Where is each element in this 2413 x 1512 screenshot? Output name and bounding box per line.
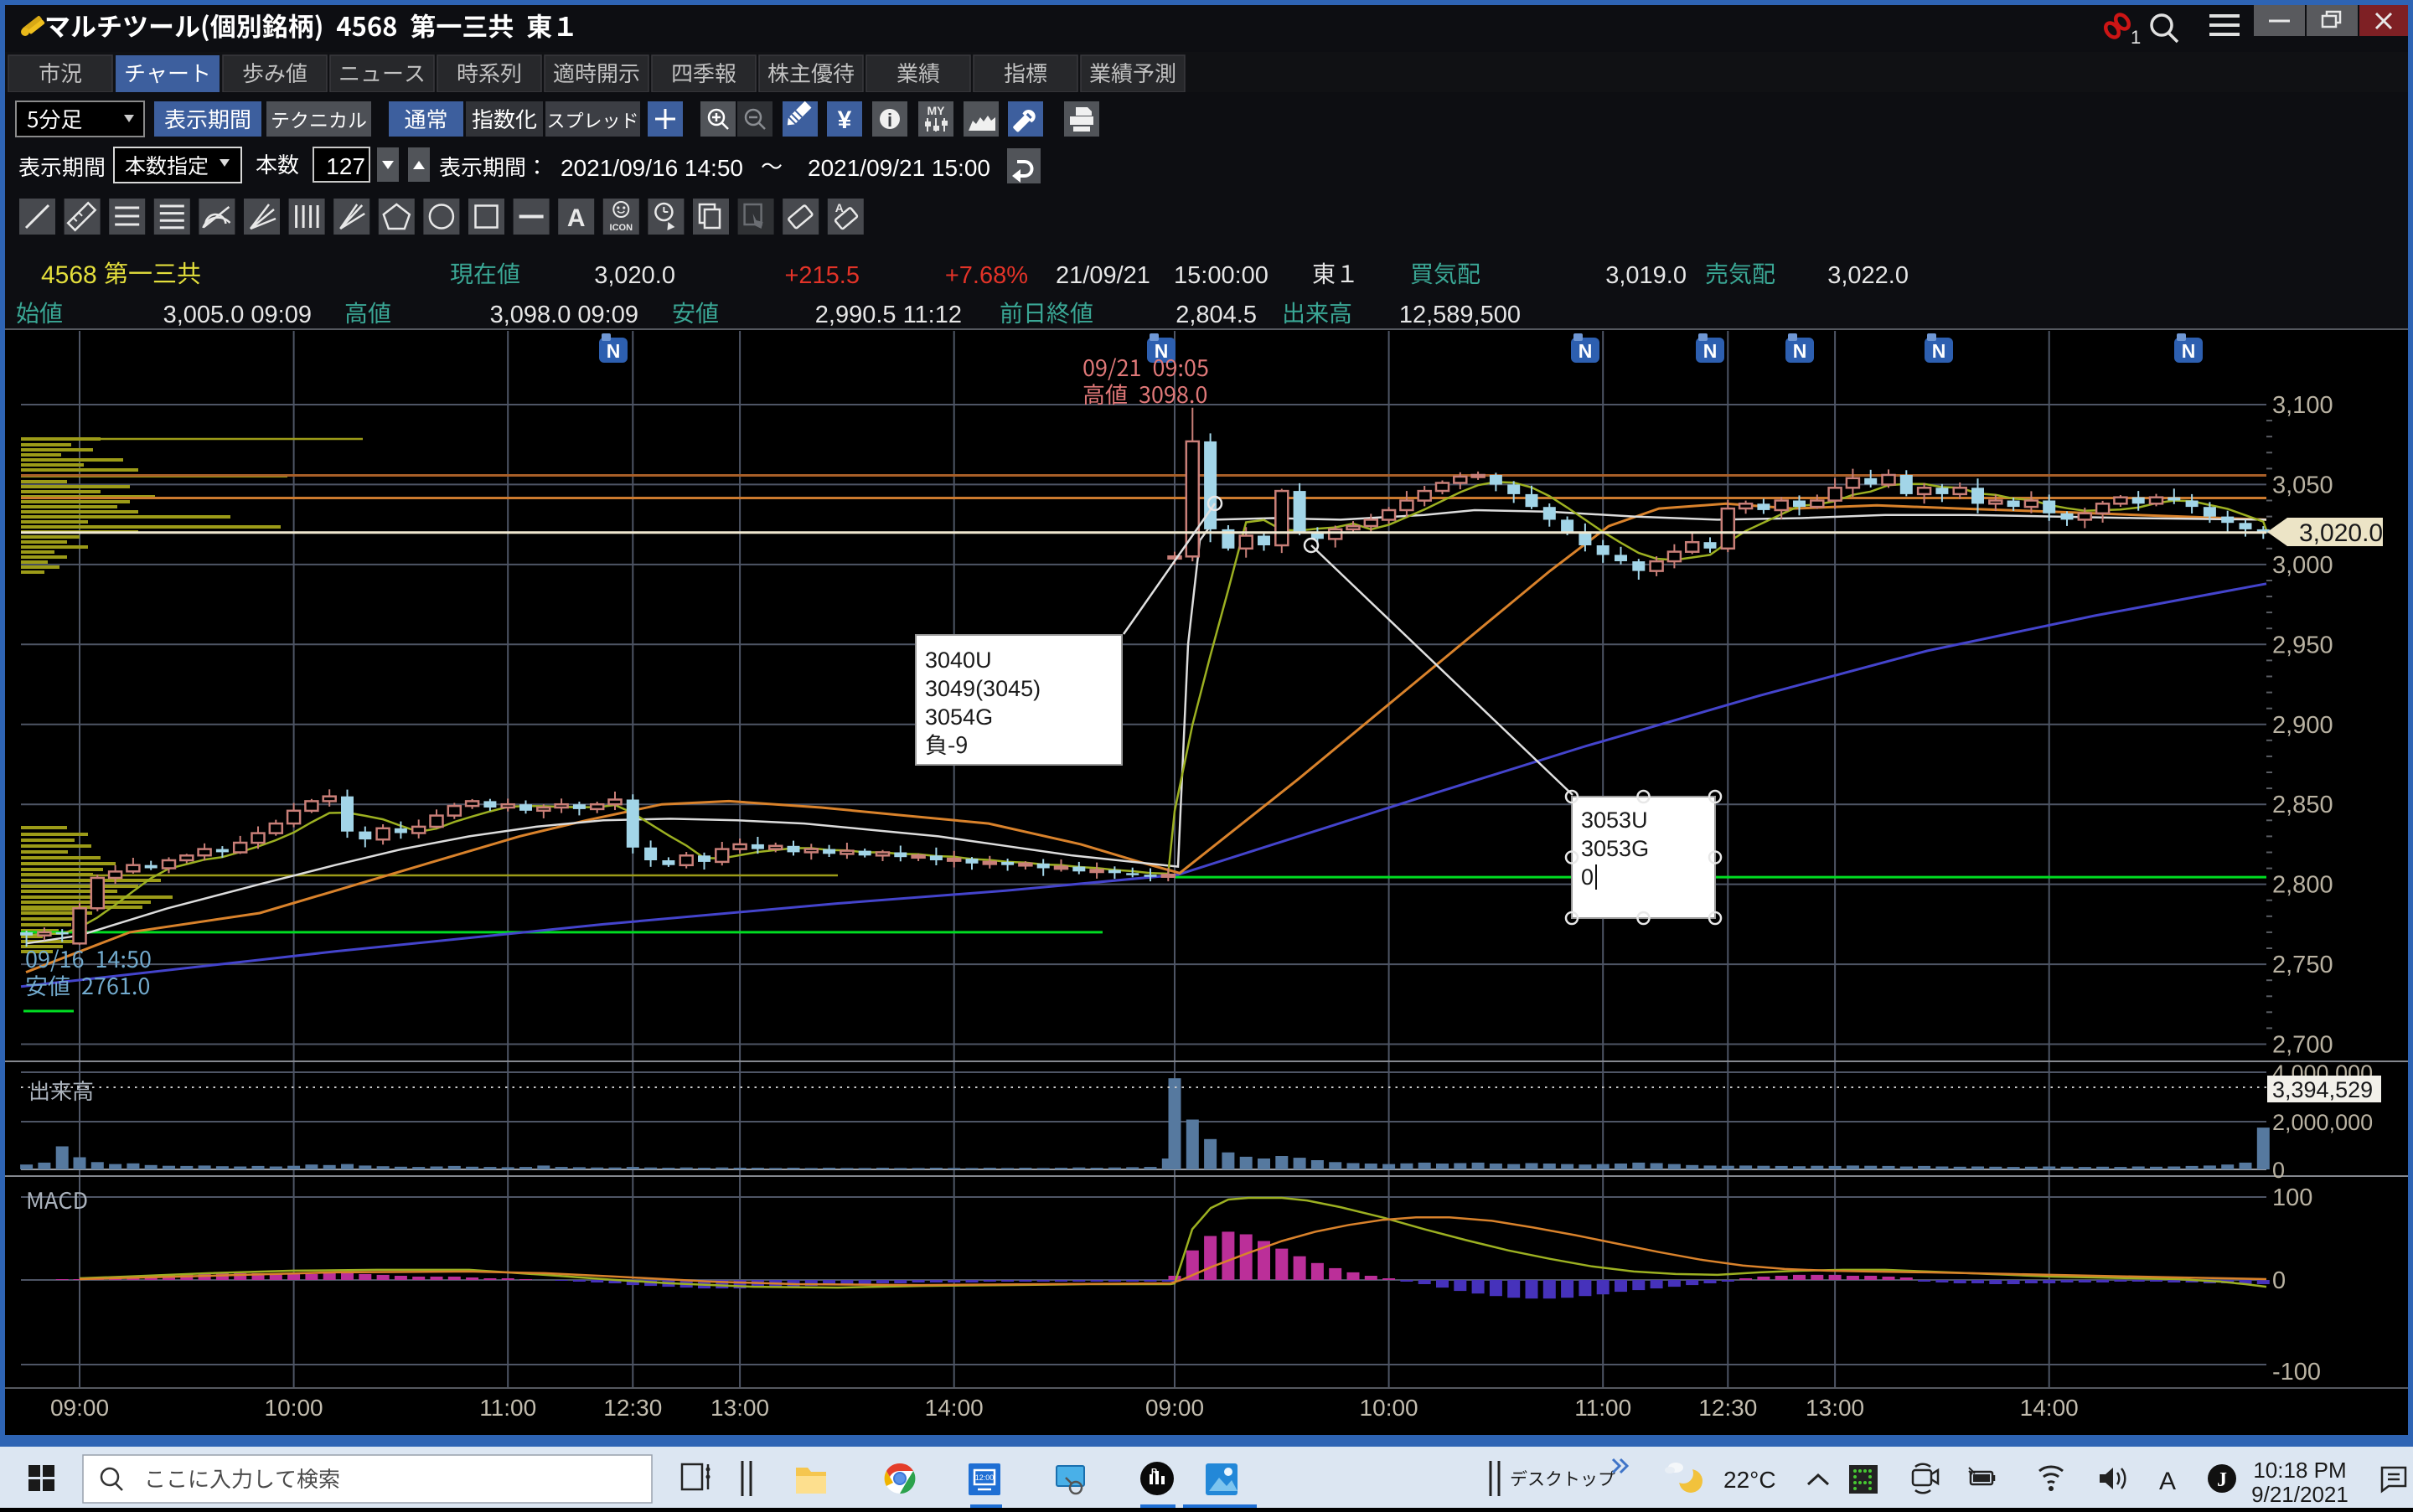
svg-text:11:00: 11:00 (479, 1395, 536, 1421)
svg-text:09:00: 09:00 (50, 1395, 109, 1421)
svg-text:3,022.0: 3,022.0 (1827, 262, 1909, 289)
svg-text:-100: -100 (2272, 1359, 2321, 1386)
svg-text:N: N (1155, 340, 1169, 362)
svg-text:3,000: 3,000 (2272, 552, 2333, 579)
svg-text:N: N (1579, 340, 1593, 362)
svg-text:3,098.0 09:09: 3,098.0 09:09 (490, 302, 638, 328)
svg-text:10:18 PM: 10:18 PM (2253, 1458, 2346, 1483)
svg-text:0: 0 (2272, 1267, 2286, 1294)
svg-text:9/21/2021: 9/21/2021 (2251, 1482, 2348, 1507)
svg-text:14:00: 14:00 (925, 1395, 984, 1421)
svg-text:3,100: 3,100 (2272, 392, 2333, 419)
svg-text:12:00: 12:00 (975, 1473, 995, 1482)
svg-text:N: N (1703, 340, 1718, 362)
svg-text:12:30: 12:30 (1698, 1395, 1757, 1421)
svg-text:2,000,000: 2,000,000 (2272, 1110, 2373, 1135)
svg-text:A: A (2159, 1468, 2176, 1495)
svg-text:100: 100 (2272, 1184, 2312, 1211)
svg-text:11:00: 11:00 (1574, 1395, 1631, 1421)
svg-text:3,020.0: 3,020.0 (2299, 519, 2383, 547)
svg-text:1: 1 (2131, 27, 2141, 48)
svg-text:22°C: 22°C (1723, 1467, 1776, 1493)
svg-text:21/09/21: 21/09/21 (1056, 262, 1150, 289)
svg-text:2,700: 2,700 (2272, 1032, 2333, 1059)
svg-text:3,020.0: 3,020.0 (594, 262, 675, 289)
svg-text:i: i (887, 110, 892, 131)
svg-text:10:00: 10:00 (265, 1395, 323, 1421)
svg-text:+7.68%: +7.68% (945, 262, 1028, 289)
svg-text:3053G: 3053G (1581, 836, 1649, 861)
svg-text:09:00: 09:00 (1145, 1395, 1204, 1421)
svg-text:3,005.0 09:09: 3,005.0 09:09 (163, 302, 312, 328)
svg-text:2,750: 2,750 (2272, 952, 2333, 978)
svg-text:2,900: 2,900 (2272, 712, 2333, 739)
svg-text:A: A (567, 204, 586, 232)
svg-text:A: A (835, 201, 844, 214)
svg-text:¥: ¥ (838, 106, 852, 134)
svg-text:3,394,529: 3,394,529 (2272, 1077, 2373, 1102)
svg-text:+215.5: +215.5 (784, 262, 860, 289)
svg-text:13:00: 13:00 (1806, 1395, 1864, 1421)
svg-text:3040U: 3040U (925, 648, 992, 673)
svg-text:J: J (2217, 1469, 2227, 1491)
svg-text:MY: MY (927, 104, 946, 117)
svg-text:127: 127 (326, 153, 365, 179)
svg-text:12,589,500: 12,589,500 (1399, 302, 1521, 328)
svg-text:3053U: 3053U (1581, 808, 1648, 833)
svg-text:ICON: ICON (610, 223, 633, 233)
svg-text:2,990.5 11:12: 2,990.5 11:12 (815, 302, 962, 328)
svg-text:2,804.5: 2,804.5 (1175, 302, 1257, 328)
svg-text:12:30: 12:30 (603, 1395, 662, 1421)
svg-text:N: N (1793, 340, 1807, 362)
svg-text:10:00: 10:00 (1360, 1395, 1418, 1421)
svg-text:15:00:00: 15:00:00 (1174, 262, 1269, 289)
svg-text:R: R (1151, 1468, 1158, 1477)
svg-text:3,050: 3,050 (2272, 472, 2333, 498)
svg-text:2021/09/16 14:50: 2021/09/16 14:50 (561, 155, 743, 181)
svg-text:0: 0 (1581, 864, 1594, 890)
svg-text:2,850: 2,850 (2272, 792, 2333, 818)
svg-text:N: N (2182, 340, 2196, 362)
svg-text:3,019.0: 3,019.0 (1605, 262, 1687, 289)
svg-text:13:00: 13:00 (710, 1395, 769, 1421)
svg-text:14:00: 14:00 (2020, 1395, 2079, 1421)
svg-text:2,800: 2,800 (2272, 872, 2333, 899)
svg-text:0: 0 (2272, 1158, 2285, 1183)
svg-text:4568: 4568 (41, 261, 97, 289)
svg-text:3054G: 3054G (925, 704, 993, 730)
svg-text:2021/09/21 15:00: 2021/09/21 15:00 (808, 155, 990, 181)
svg-text:N: N (1932, 340, 1946, 362)
svg-text:N: N (607, 340, 621, 362)
svg-text:3049(3045): 3049(3045) (925, 676, 1041, 701)
svg-text:2,950: 2,950 (2272, 632, 2333, 658)
